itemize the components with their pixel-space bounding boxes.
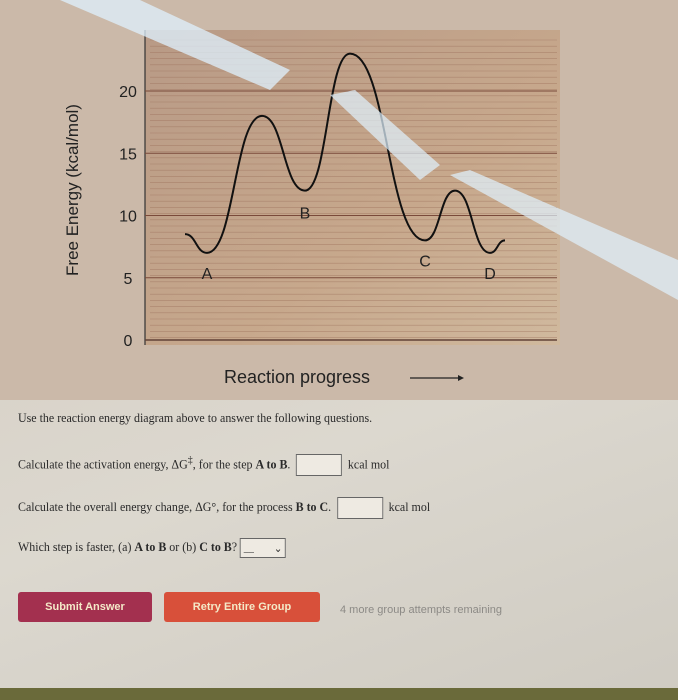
y-tick-label: 15 xyxy=(119,146,137,163)
q1-unit: kcal mol xyxy=(347,456,390,472)
retry-entire-group-button[interactable]: Retry Entire Group xyxy=(164,592,320,622)
energy-change-input[interactable] xyxy=(336,497,383,519)
y-tick-label: 5 xyxy=(124,271,133,288)
q2-bold: B to C xyxy=(295,498,329,514)
question-energy-change: Calculate the overall energy change, ΔG°… xyxy=(18,497,430,519)
q3-mid: or (b) xyxy=(166,538,200,554)
chevron-down-icon: ⌄ xyxy=(273,542,283,555)
bottom-bar xyxy=(0,688,678,700)
y-tick-label: 0 xyxy=(124,333,133,350)
y-tick-label: 20 xyxy=(119,84,137,101)
q1-mid: , for the step xyxy=(192,456,256,472)
q2-text: Calculate the overall energy change, ΔG°… xyxy=(18,498,296,514)
point-label-d: D xyxy=(484,266,496,283)
q2-post: . xyxy=(328,498,332,514)
point-label-b: B xyxy=(300,206,311,223)
q3-text: Which step is faster, (a) xyxy=(18,538,135,554)
q1-bold: A to B xyxy=(255,456,288,472)
y-axis-label: Free Energy (kcal/mol) xyxy=(63,104,82,276)
x-axis-label: Reaction progress xyxy=(224,367,370,387)
activation-energy-input[interactable] xyxy=(296,454,343,477)
q1-text: Calculate the activation energy, ΔG xyxy=(18,456,188,472)
faster-step-select[interactable]: __ ⌄ xyxy=(240,538,287,558)
instructions: Use the reaction energy diagram above to… xyxy=(18,410,373,425)
attempts-remaining: 4 more group attempts remaining xyxy=(340,604,503,616)
energy-diagram: 0 5 10 15 20 A B C D Free Energy (kcal/mol) Rea… xyxy=(0,0,678,400)
point-label-a: A xyxy=(202,266,213,283)
q1-post: . xyxy=(287,456,291,472)
q3-bold2: C to B xyxy=(199,538,232,554)
q3-bold1: A to B xyxy=(134,538,167,554)
question-faster-step: Which step is faster, (a) A to B or (b) … xyxy=(18,538,287,558)
question-activation-energy: Calculate the activation energy, ΔG‡, fo… xyxy=(18,454,390,477)
q2-unit: kcal mol xyxy=(388,498,431,514)
select-value: __ xyxy=(243,542,254,554)
y-tick-label: 10 xyxy=(119,209,137,226)
q3-post: ? xyxy=(231,538,238,554)
submit-answer-button[interactable]: Submit Answer xyxy=(18,592,152,622)
point-label-c: C xyxy=(419,253,431,270)
